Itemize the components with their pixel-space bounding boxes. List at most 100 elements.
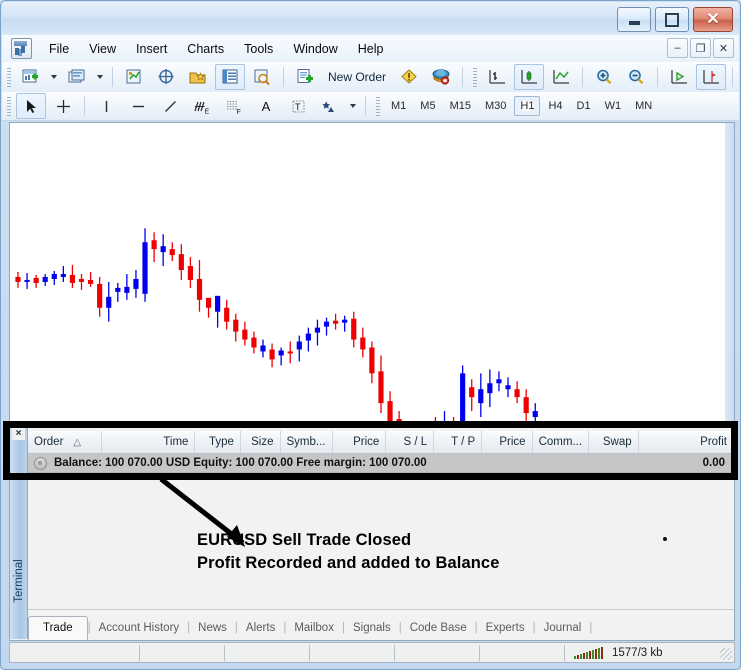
zoom-out-icon[interactable] <box>621 64 651 90</box>
navigator-button[interactable] <box>183 64 213 90</box>
terminal-column-headers: Order △ Time Type Size Symb... Price S / L T / P… <box>28 431 734 454</box>
candlestick-chart[interactable] <box>10 123 734 421</box>
tab-code-base[interactable]: Code Base <box>402 618 475 639</box>
maximize-button[interactable] <box>655 7 689 32</box>
market-watch-button[interactable] <box>119 64 149 90</box>
minimize-icon <box>628 21 640 25</box>
zoom-in-icon[interactable] <box>589 64 619 90</box>
column-header-comm-9[interactable]: Comm... <box>533 431 590 453</box>
terminal-side-tab[interactable]: Terminal <box>10 425 28 639</box>
timeframe-w1[interactable]: W1 <box>599 96 628 116</box>
elliott-wave-icon[interactable]: E <box>187 93 217 119</box>
candlestick-chart-icon[interactable] <box>514 64 545 90</box>
resize-grip-icon[interactable] <box>720 648 732 660</box>
column-header-price-8[interactable]: Price <box>482 431 533 453</box>
auto-scroll-icon[interactable] <box>664 64 694 90</box>
timeframe-m15[interactable]: M15 <box>444 96 477 116</box>
alert-icon[interactable] <box>394 64 424 90</box>
timeframe-m5[interactable]: M5 <box>414 96 441 116</box>
chart-vertical-scrollbar[interactable] <box>725 123 734 421</box>
new-chart-dropdown-caret[interactable] <box>51 75 57 79</box>
text-label-icon[interactable]: T <box>283 93 313 119</box>
elliott-wave-label: E <box>205 108 210 115</box>
tab-signals[interactable]: Signals <box>345 618 399 639</box>
minimize-button[interactable] <box>617 7 651 32</box>
text-icon[interactable]: A <box>251 93 281 119</box>
timeframe-m30[interactable]: M30 <box>479 96 512 116</box>
candle-body <box>169 249 175 256</box>
column-header-price-5[interactable]: Price <box>333 431 387 453</box>
tab-journal[interactable]: Journal <box>536 618 590 639</box>
timeframe-m1[interactable]: M1 <box>385 96 412 116</box>
column-header-label: Size <box>251 436 274 448</box>
menu-item-file[interactable]: File <box>40 38 78 60</box>
column-header-order-0[interactable]: Order △ <box>28 431 102 453</box>
line-chart-icon[interactable] <box>546 64 576 90</box>
column-header-tp-7[interactable]: T / P <box>434 431 483 453</box>
cursor-icon[interactable] <box>16 93 46 119</box>
mdi-close-button[interactable]: ✕ <box>713 38 734 58</box>
shapes-dropdown-caret[interactable] <box>350 104 356 108</box>
shapes-icon[interactable] <box>315 93 345 119</box>
profiles-dropdown-caret[interactable] <box>97 75 103 79</box>
traffic-bar <box>601 646 603 659</box>
candle-body <box>496 379 502 384</box>
traffic-bar <box>574 655 576 659</box>
new-chart-button[interactable] <box>16 64 46 90</box>
toolbar-grip[interactable] <box>473 67 478 87</box>
bar-chart-icon[interactable] <box>482 64 512 90</box>
new-order-icon-button[interactable] <box>290 64 320 90</box>
fibonacci-icon[interactable]: F <box>219 93 249 119</box>
toolbar-grip[interactable] <box>7 96 11 116</box>
terminal-button[interactable] <box>215 64 245 90</box>
menu-item-window[interactable]: Window <box>284 38 346 60</box>
column-header-profit-11[interactable]: Profit <box>639 431 734 453</box>
column-header-time-1[interactable]: Time <box>102 431 196 453</box>
terminal-close-button[interactable]: × <box>12 427 25 440</box>
annotation-line-1: EURUSD Sell Trade Closed <box>197 531 412 549</box>
menu-item-help[interactable]: Help <box>349 38 393 60</box>
tab-news[interactable]: News <box>190 618 235 639</box>
crosshair-icon[interactable] <box>48 93 78 119</box>
candle-body <box>532 411 538 418</box>
column-header-type-2[interactable]: Type <box>195 431 241 453</box>
column-header-symb-4[interactable]: Symb... <box>281 431 333 453</box>
traffic-bar <box>580 653 582 659</box>
strategy-tester-button[interactable] <box>247 64 277 90</box>
sort-indicator-icon: △ <box>73 436 82 448</box>
mdi-minimize-button[interactable]: – <box>667 38 688 58</box>
mdi-restore-button[interactable]: ❐ <box>690 38 711 58</box>
menu-item-charts[interactable]: Charts <box>178 38 233 60</box>
data-window-button[interactable] <box>151 64 181 90</box>
fibonacci-label: F <box>237 109 241 115</box>
tab-alerts[interactable]: Alerts <box>238 618 283 639</box>
close-button[interactable]: ✕ <box>693 7 733 32</box>
tab-account-history[interactable]: Account History <box>91 618 188 639</box>
column-header-sl-6[interactable]: S / L <box>386 431 435 453</box>
menu-item-view[interactable]: View <box>80 38 125 60</box>
candle-body <box>133 278 139 289</box>
chart-shift-icon[interactable] <box>696 64 727 90</box>
chart-window[interactable] <box>9 122 735 422</box>
column-header-swap-10[interactable]: Swap <box>589 431 639 453</box>
toolbar-grip[interactable] <box>7 67 11 87</box>
trendline-icon[interactable] <box>155 93 185 119</box>
timeframe-h4[interactable]: H4 <box>542 96 568 116</box>
new-order-button[interactable]: New Order <box>322 64 392 90</box>
tab-experts[interactable]: Experts <box>478 618 533 639</box>
menu-item-tools[interactable]: Tools <box>235 38 282 60</box>
vertical-line-icon[interactable] <box>91 93 121 119</box>
timeframe-d1[interactable]: D1 <box>571 96 597 116</box>
profiles-button[interactable] <box>62 64 92 90</box>
tab-trade[interactable]: Trade <box>28 616 88 640</box>
toolbar-grip[interactable] <box>376 96 380 116</box>
terminal-balance-row[interactable]: Balance: 100 070.00 USD Equity: 100 070.… <box>28 454 734 473</box>
timeframe-h1[interactable]: H1 <box>514 96 541 116</box>
expert-advisors-icon[interactable] <box>426 64 456 90</box>
tab-mailbox[interactable]: Mailbox <box>286 618 342 639</box>
timeframe-mn[interactable]: MN <box>629 96 658 116</box>
horizontal-line-icon[interactable] <box>123 93 153 119</box>
menu-item-insert[interactable]: Insert <box>127 38 176 60</box>
balance-row-profit: 0.00 <box>702 457 725 469</box>
column-header-size-3[interactable]: Size <box>241 431 281 453</box>
